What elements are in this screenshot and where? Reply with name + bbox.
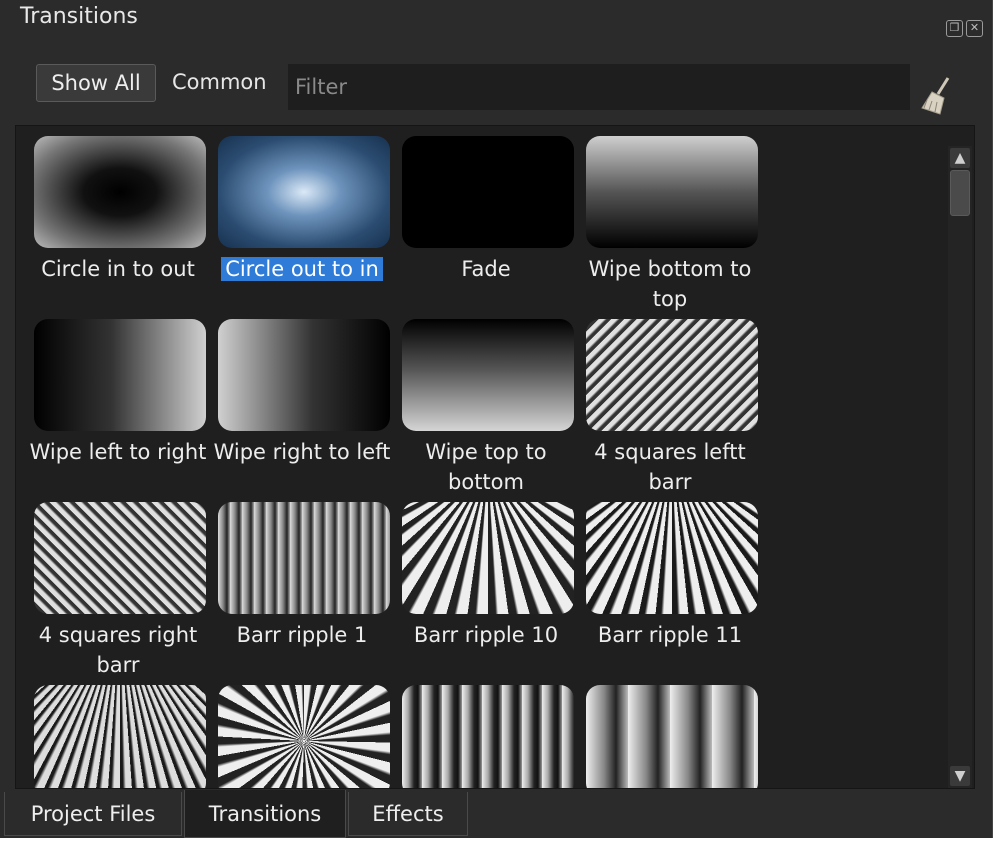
common-button[interactable]: Common — [172, 70, 267, 94]
transition-item[interactable]: Circle in to out — [24, 130, 208, 313]
transition-item[interactable]: Barr ripple 10 — [392, 496, 576, 679]
tab-transitions[interactable]: Transitions — [184, 790, 346, 838]
transition-thumbnail — [218, 502, 390, 614]
transition-thumbnail — [402, 685, 574, 788]
transition-thumbnail — [586, 136, 758, 248]
transition-item[interactable]: Wipe right to left — [208, 313, 392, 496]
transition-thumbnail — [218, 319, 390, 431]
close-icon[interactable]: ✕ — [966, 20, 983, 37]
selected-transition-label: Circle out to in — [221, 257, 383, 281]
transition-thumbnail — [218, 136, 390, 248]
dock-titlebar[interactable]: Transitions ❐ ✕ — [0, 0, 992, 37]
dock-tabs: Project Files Transitions Effects — [0, 790, 992, 838]
transition-thumbnail — [586, 685, 758, 788]
transitions-grid: Circle in to out Circle out to in Fade Wipe… — [24, 130, 784, 788]
transition-item[interactable] — [208, 679, 392, 788]
transition-label: Wipe bottom to top — [588, 257, 752, 311]
transition-thumbnail — [34, 319, 206, 431]
transition-label: Circle in to out — [41, 257, 195, 281]
transition-label: 4 squares right barr — [38, 623, 198, 677]
transition-item[interactable]: 4 squares right barr — [24, 496, 208, 679]
tab-effects[interactable]: Effects — [348, 792, 468, 836]
transition-thumbnail — [34, 685, 206, 788]
vertical-scrollbar[interactable]: ▲ ▼ — [948, 146, 972, 788]
transition-label: Wipe top to bottom — [425, 440, 547, 494]
dock-title: Transitions — [20, 4, 138, 29]
transition-item[interactable] — [392, 679, 576, 788]
transition-label: Barr ripple 1 — [236, 623, 368, 647]
transition-item[interactable]: Wipe top to bottom — [392, 313, 576, 496]
transition-label: Wipe right to left — [213, 440, 391, 464]
transition-item[interactable]: Barr ripple 11 — [576, 496, 760, 679]
transition-item[interactable]: Fade — [392, 130, 576, 313]
filter-input[interactable] — [288, 64, 910, 110]
transition-label: 4 squares leftt barr — [594, 440, 746, 494]
transition-item[interactable]: Barr ripple 1 — [208, 496, 392, 679]
transition-label: Fade — [461, 257, 511, 281]
transition-label: Barr ripple 11 — [597, 623, 743, 647]
tab-project-files[interactable]: Project Files — [4, 792, 182, 836]
transition-thumbnail — [586, 502, 758, 614]
transitions-list[interactable]: Circle in to out Circle out to in Fade Wipe… — [15, 125, 975, 789]
restore-icon[interactable]: ❐ — [946, 20, 963, 37]
transition-thumbnail — [402, 502, 574, 614]
transition-label: Wipe left to right — [29, 440, 207, 464]
broom-icon[interactable] — [918, 74, 958, 118]
transition-thumbnail — [402, 319, 574, 431]
transitions-toolbar: Show All Common — [0, 60, 992, 120]
transition-thumbnail — [586, 319, 758, 431]
transition-label: Circle out to in — [210, 254, 394, 284]
transition-item[interactable] — [24, 679, 208, 788]
show-all-button[interactable]: Show All — [36, 64, 156, 102]
scroll-down-icon[interactable]: ▼ — [950, 766, 970, 786]
transition-item[interactable] — [576, 679, 760, 788]
transition-item[interactable]: Wipe left to right — [24, 313, 208, 496]
transitions-dock: Transitions ❐ ✕ Show All Common Circle i… — [0, 0, 993, 838]
transition-item[interactable]: Wipe bottom to top — [576, 130, 760, 313]
scrollbar-thumb[interactable] — [950, 170, 970, 216]
transition-thumbnail — [402, 136, 574, 248]
transition-thumbnail — [34, 136, 206, 248]
transition-item[interactable]: Circle out to in — [208, 130, 392, 313]
transition-item[interactable]: 4 squares leftt barr — [576, 313, 760, 496]
transition-thumbnail — [218, 685, 390, 788]
scroll-up-icon[interactable]: ▲ — [950, 148, 970, 168]
transition-label: Barr ripple 10 — [413, 623, 559, 647]
transition-thumbnail — [34, 502, 206, 614]
